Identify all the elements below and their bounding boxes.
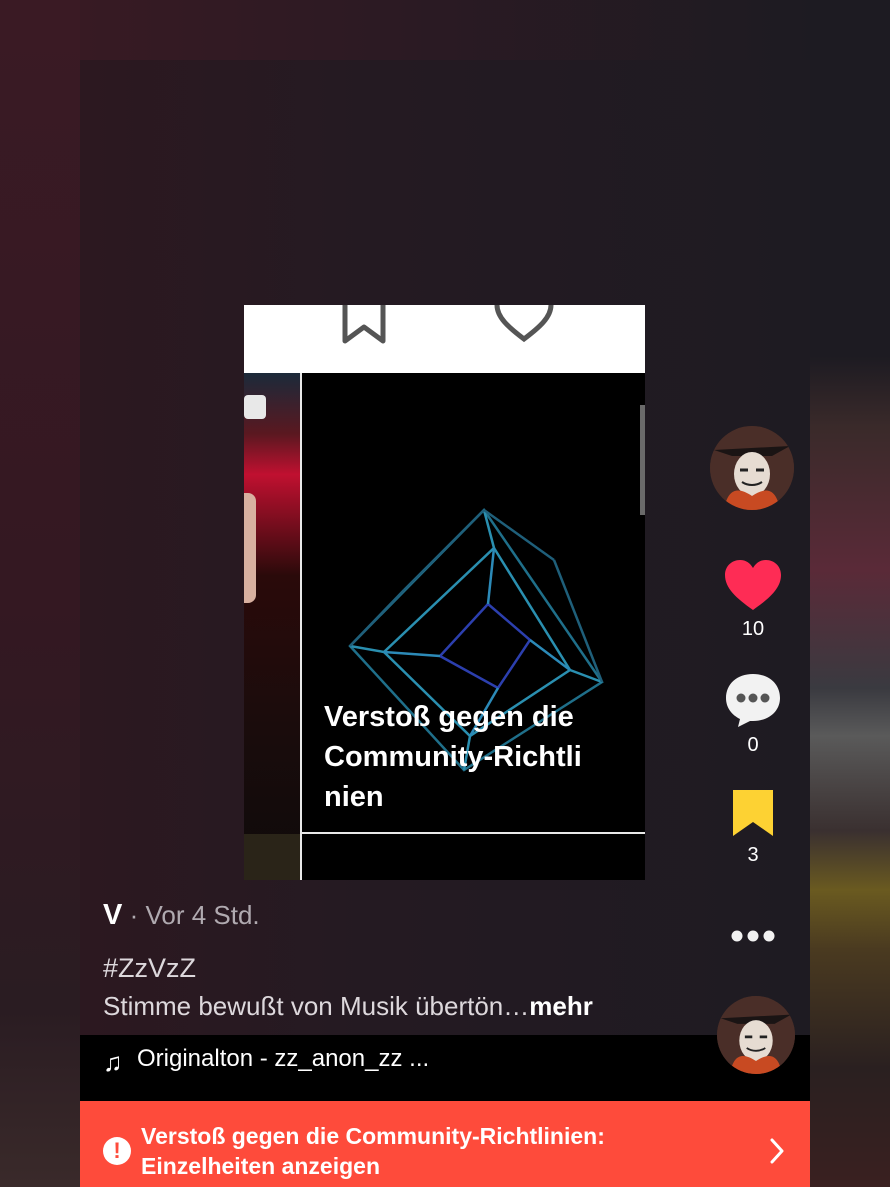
sound-avatar[interactable] [717,996,795,1074]
author-avatar[interactable] [710,426,794,510]
blurred-background-left [0,0,80,1187]
violation-overlay-text: Verstoß gegen die Community-Richtli nien [324,701,582,813]
like-button[interactable]: 10 [711,560,795,641]
banner-text: Verstoß gegen die Community-Richtlinien:… [141,1121,741,1181]
music-note-icon: ♫ [103,1047,123,1077]
more-link[interactable]: mehr [529,991,593,1021]
heart-outline-icon [494,305,554,343]
save-count: 3 [747,844,759,866]
post-time: · Vor 4 Std. [122,900,260,930]
bookmark-icon [733,790,773,836]
chevron-right-icon [770,1138,784,1164]
hashtag[interactable]: #ZzVzZ [103,953,196,984]
blurred-background-right [810,0,890,1187]
description-text: Stimme bewußt von Musik übertön… [103,991,530,1021]
thumbnail-strip [244,373,300,880]
more-icon [731,930,775,942]
banner-line-1: Verstoß gegen die Community-Richtlinien: [141,1123,605,1149]
violation-banner[interactable]: ! Verstoß gegen die Community-Richtlinie… [80,1101,810,1187]
comment-count: 0 [747,734,759,756]
more-options-button[interactable] [730,926,778,951]
post-image[interactable]: Verstoß gegen die Community-Richtli nien [244,305,645,880]
sound-title: Originalton - zz_anon_zz ... [137,1045,430,1072]
save-button[interactable]: 3 [711,788,795,867]
sound-bar[interactable]: ♫ Originalton - zz_anon_zz ... [80,1035,810,1101]
banner-line-2: Einzelheiten anzeigen [141,1153,380,1179]
heart-icon [725,560,781,610]
like-count: 10 [741,618,765,640]
warning-icon: ! [103,1137,131,1165]
sound-avatar-mask-icon [717,996,795,1074]
blurred-background-top [80,0,810,60]
bookmark-outline-icon [342,305,386,344]
avatar-mask-icon [710,426,794,510]
author-name[interactable]: V [103,899,122,931]
post-description: Stimme bewußt von Musik übertön…mehr [103,991,593,1022]
author-line: V · Vor 4 Std. [103,899,260,932]
image-top-bar [244,305,645,373]
comment-icon [726,674,780,727]
comment-button[interactable]: 0 [711,672,795,757]
